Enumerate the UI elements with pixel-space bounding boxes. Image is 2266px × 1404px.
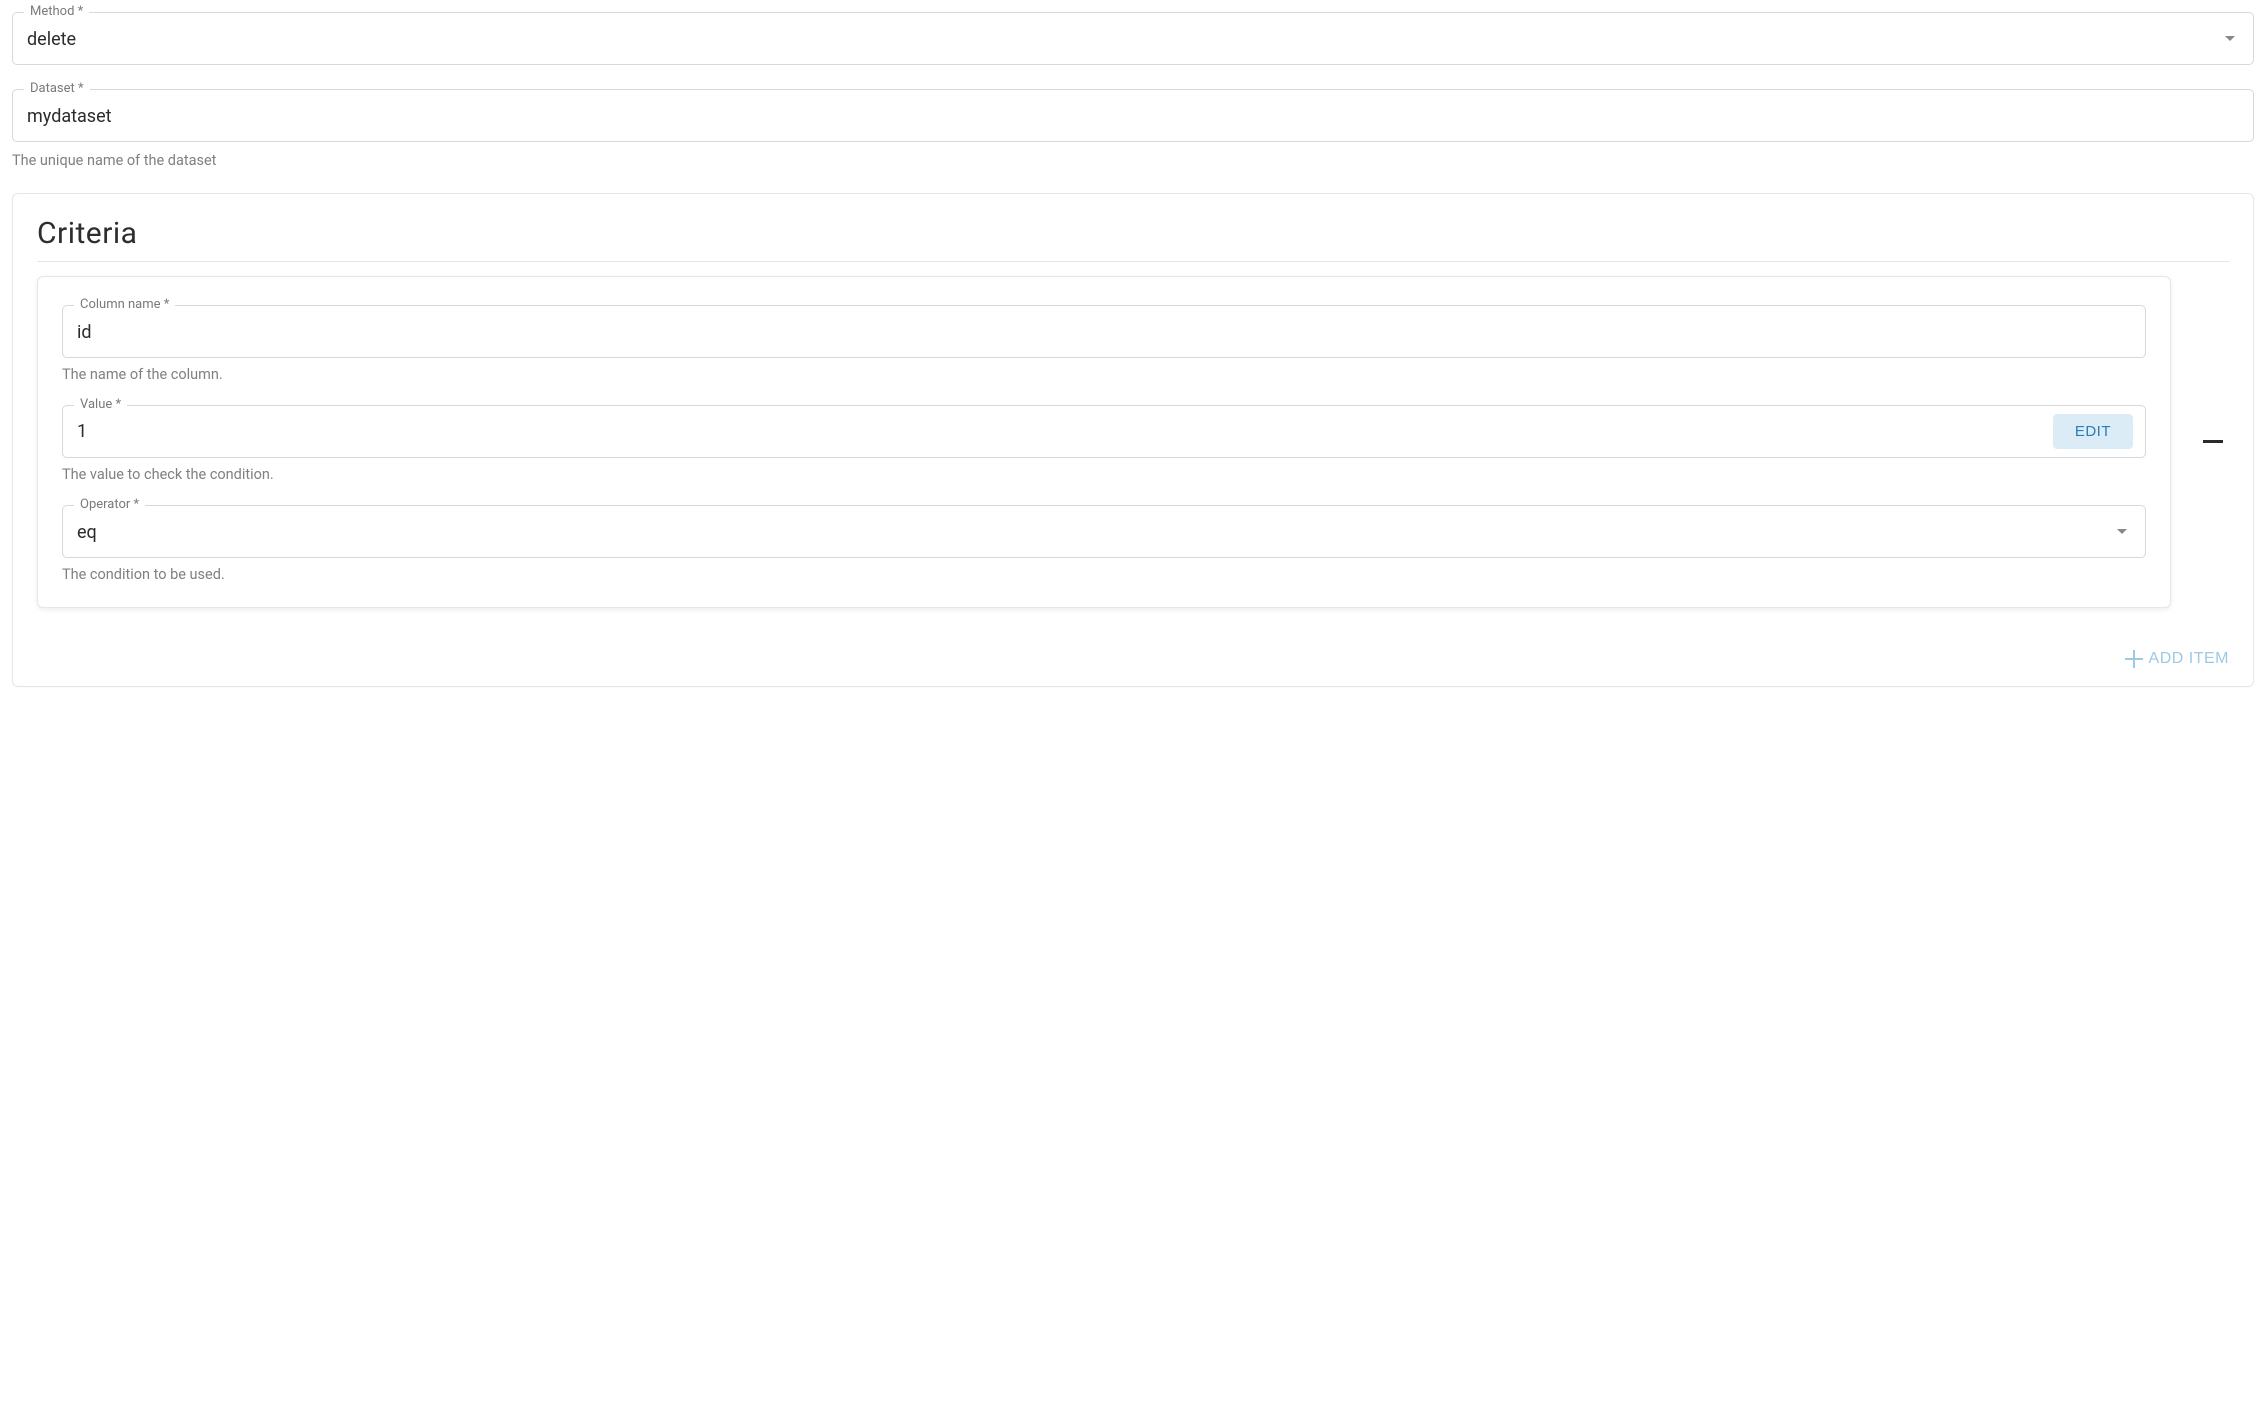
value-label: Value * bbox=[74, 397, 127, 412]
method-select[interactable]: delete bbox=[12, 12, 2254, 65]
dataset-label: Dataset * bbox=[24, 81, 90, 96]
column-helper: The name of the column. bbox=[62, 366, 2146, 383]
operator-field-group: Operator * eq The condition to be used. bbox=[62, 505, 2146, 583]
plus-icon bbox=[2125, 650, 2143, 668]
dataset-field-wrap: Dataset * bbox=[12, 89, 2254, 142]
operator-helper: The condition to be used. bbox=[62, 566, 2146, 583]
method-field-wrap: Method * delete bbox=[12, 12, 2254, 65]
dataset-input[interactable] bbox=[12, 89, 2254, 142]
criteria-title: Criteria bbox=[37, 216, 2229, 262]
operator-value: eq bbox=[77, 522, 97, 543]
add-item-button[interactable]: ADD ITEM bbox=[2125, 650, 2229, 668]
value-field-box: EDIT bbox=[62, 405, 2146, 458]
column-field-group: Column name * The name of the column. bbox=[62, 305, 2146, 383]
remove-item-button[interactable] bbox=[2197, 426, 2229, 458]
add-item-label: ADD ITEM bbox=[2149, 650, 2229, 668]
criteria-item-row: Column name * The name of the column. Va… bbox=[37, 276, 2229, 608]
edit-button[interactable]: EDIT bbox=[2053, 414, 2133, 449]
value-input[interactable] bbox=[77, 415, 2043, 448]
criteria-panel: Criteria Column name * The name of the c… bbox=[12, 193, 2254, 687]
value-field-group: Value * EDIT The value to check the cond… bbox=[62, 405, 2146, 483]
operator-label: Operator * bbox=[74, 497, 145, 512]
column-label: Column name * bbox=[74, 297, 175, 312]
value-helper: The value to check the condition. bbox=[62, 466, 2146, 483]
criteria-card: Column name * The name of the column. Va… bbox=[37, 276, 2171, 608]
operator-select[interactable]: eq bbox=[62, 505, 2146, 558]
add-item-row: ADD ITEM bbox=[37, 650, 2229, 668]
method-value: delete bbox=[27, 29, 76, 50]
dataset-helper: The unique name of the dataset bbox=[12, 152, 2254, 169]
minus-icon bbox=[2203, 440, 2223, 444]
column-input[interactable] bbox=[62, 305, 2146, 358]
method-label: Method * bbox=[24, 4, 89, 19]
